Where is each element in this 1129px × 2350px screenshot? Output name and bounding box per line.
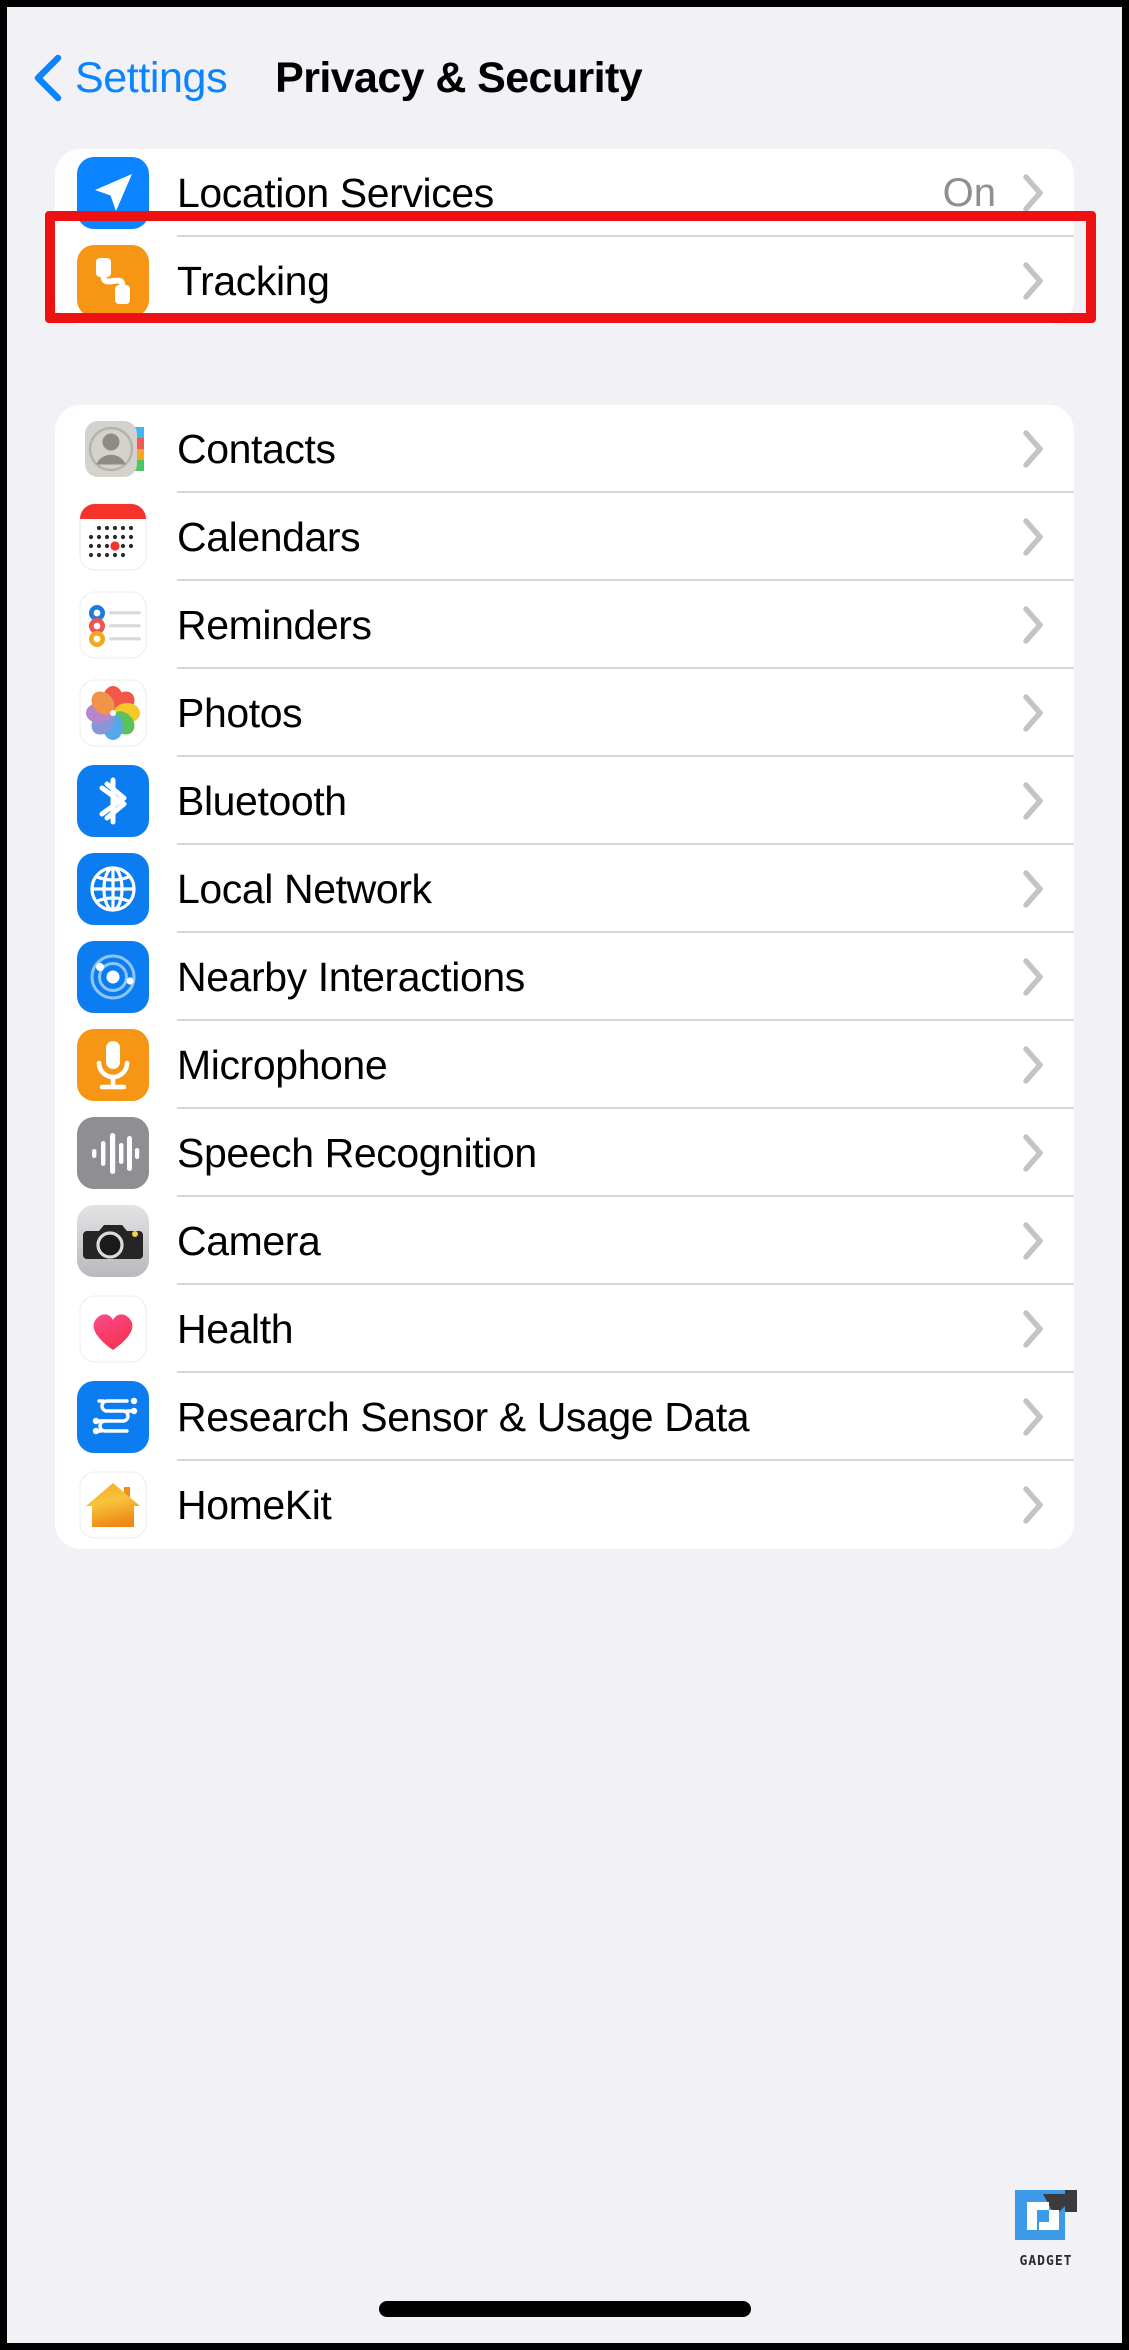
bluetooth-icon (77, 765, 149, 837)
microphone-icon (77, 1029, 149, 1101)
row-label: Health (177, 1305, 294, 1352)
row-speech-recognition[interactable]: Speech Recognition (55, 1109, 1074, 1197)
row-tracking[interactable]: Tracking (55, 237, 1074, 325)
chevron-right-icon (1023, 694, 1043, 732)
back-button-label: Settings (75, 53, 228, 102)
chevron-right-icon (1023, 958, 1043, 996)
row-label: Reminders (177, 601, 372, 648)
chevron-right-icon (1023, 1134, 1043, 1172)
row-label: Tracking (177, 257, 330, 304)
chevron-right-icon (1023, 782, 1043, 820)
tracking-icon (77, 245, 149, 317)
photos-icon (77, 677, 149, 749)
chevron-right-icon (1023, 518, 1043, 556)
row-contacts[interactable]: Contacts (55, 405, 1074, 493)
chevron-right-icon (1023, 870, 1043, 908)
calendar-icon (77, 501, 149, 573)
row-reminders[interactable]: Reminders (55, 581, 1074, 669)
chevron-right-icon (1023, 1222, 1043, 1260)
row-value-status: On (942, 170, 996, 215)
row-research-sensor-usage-data[interactable]: Research Sensor & Usage Data (55, 1373, 1074, 1461)
reminders-icon (77, 589, 149, 661)
page-title: Privacy & Security (275, 53, 643, 102)
nearby-interactions-icon (77, 941, 149, 1013)
row-local-network[interactable]: Local Network (55, 845, 1074, 933)
row-label: Local Network (177, 865, 432, 912)
row-label: Contacts (177, 425, 336, 472)
settings-group-app-permissions: Contacts Calendars Reminders Photos Blue… (55, 405, 1074, 1549)
row-label: Camera (177, 1217, 321, 1264)
research-sensor-icon (77, 1381, 149, 1453)
chevron-right-icon (1023, 174, 1043, 212)
chevron-left-icon (34, 54, 62, 102)
home-indicator[interactable] (378, 2301, 751, 2317)
row-location-services[interactable]: Location Services On (55, 149, 1074, 237)
location-services-icon (77, 157, 149, 229)
row-health[interactable]: Health (55, 1285, 1074, 1373)
contacts-icon (77, 413, 149, 485)
row-label: HomeKit (177, 1481, 332, 1528)
row-calendars[interactable]: Calendars (55, 493, 1074, 581)
speech-recognition-icon (77, 1117, 149, 1189)
health-icon (77, 1293, 149, 1365)
row-label: Research Sensor & Usage Data (177, 1393, 750, 1440)
phone-frame: Settings Privacy & Security Location Ser… (0, 0, 1129, 2350)
row-label: Microphone (177, 1041, 388, 1088)
row-microphone[interactable]: Microphone (55, 1021, 1074, 1109)
settings-screen: Settings Privacy & Security Location Ser… (7, 7, 1122, 2343)
watermark: GADGET (1006, 2190, 1086, 2269)
chevron-right-icon (1023, 430, 1043, 468)
row-photos[interactable]: Photos (55, 669, 1074, 757)
gadget-logo-icon (1015, 2190, 1077, 2252)
chevron-right-icon (1023, 606, 1043, 644)
chevron-right-icon (1023, 1310, 1043, 1348)
camera-icon (77, 1205, 149, 1277)
chevron-right-icon (1023, 1398, 1043, 1436)
row-label: Photos (177, 689, 303, 736)
chevron-right-icon (1023, 1486, 1043, 1524)
settings-group-privacy-core: Location Services On Tracking (55, 149, 1074, 325)
watermark-label: GADGET (1019, 2254, 1073, 2269)
row-camera[interactable]: Camera (55, 1197, 1074, 1285)
chevron-right-icon (1023, 262, 1043, 300)
local-network-icon (77, 853, 149, 925)
row-label: Location Services (177, 169, 494, 216)
homekit-icon (77, 1469, 149, 1541)
row-label: Speech Recognition (177, 1129, 537, 1176)
navigation-bar: Settings Privacy & Security (7, 7, 1122, 149)
chevron-right-icon (1023, 1046, 1043, 1084)
back-button[interactable]: Settings (31, 53, 228, 103)
row-nearby-interactions[interactable]: Nearby Interactions (55, 933, 1074, 1021)
row-label: Bluetooth (177, 777, 347, 824)
row-homekit[interactable]: HomeKit (55, 1461, 1074, 1549)
row-label: Calendars (177, 513, 361, 560)
row-bluetooth[interactable]: Bluetooth (55, 757, 1074, 845)
row-label: Nearby Interactions (177, 953, 525, 1000)
